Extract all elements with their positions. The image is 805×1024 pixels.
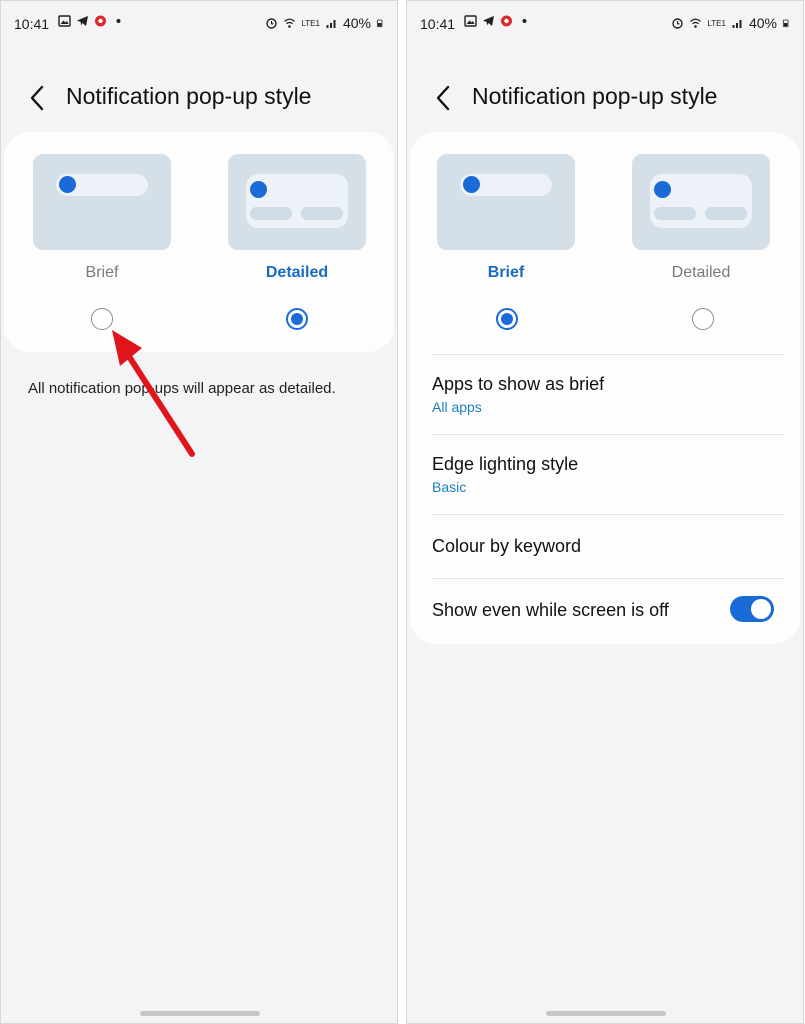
divider [432,514,784,515]
screen-left: 10:41 LTE1 40% Notification pop-up style… [0,0,398,1024]
setting-title: Apps to show as brief [432,374,605,394]
network-label: LTE1 [707,18,726,28]
back-icon[interactable] [432,84,456,112]
home-indicator[interactable] [546,1011,666,1016]
gallery-icon [464,15,477,27]
battery-percent: 40% [748,15,777,31]
setting-title: Colour by keyword [432,536,582,556]
style-options-card: Brief Detailed [4,132,394,352]
battery-icon [782,19,789,28]
telegram-icon [483,16,494,26]
detailed-radio[interactable] [286,308,308,330]
brief-preview[interactable] [437,154,575,250]
brief-radio[interactable] [496,308,518,330]
divider [432,578,784,579]
style-options-card: Brief Detailed Apps to show as brief All… [410,132,800,644]
gallery-icon [58,15,71,27]
status-time: 10:41 [420,16,456,32]
setting-colour-by-keyword[interactable]: Colour by keyword [432,536,784,557]
red-arrow-annotation [112,330,195,457]
alarm-icon [672,18,684,29]
setting-edge-lighting-style[interactable]: Edge lighting style Basic [432,454,784,495]
brief-preview[interactable] [33,154,171,250]
divider [432,434,784,435]
setting-value: All apps [432,399,482,415]
setting-apps-to-show-as-brief[interactable]: Apps to show as brief All apps [432,374,784,415]
detailed-label: Detailed [671,264,731,281]
home-indicator[interactable] [140,1011,260,1016]
signal-icon [326,20,336,28]
status-bar: 10:41 LTE1 40% [406,0,804,46]
detailed-preview[interactable] [632,154,770,250]
dot-icon [522,19,527,23]
detailed-preview[interactable] [228,154,366,250]
header: Notification pop-up style [406,78,804,118]
app-badge-icon [95,15,106,27]
status-time: 10:41 [14,16,50,32]
divider [432,354,784,355]
detailed-radio[interactable] [692,308,714,330]
detailed-label: Detailed [265,264,329,281]
page-title: Notification pop-up style [472,83,718,109]
dot-icon [116,19,121,23]
signal-icon [732,20,742,28]
status-bar: 10:41 LTE1 40% [0,0,398,46]
screen-off-toggle[interactable] [730,596,774,622]
battery-icon [376,19,383,28]
setting-title: Edge lighting style [432,454,579,474]
page-title: Notification pop-up style [66,83,312,109]
battery-percent: 40% [342,15,371,31]
network-label: LTE1 [301,18,320,28]
setting-value: Basic [432,479,467,495]
telegram-icon [77,16,88,26]
screen-right: 10:41 LTE1 40% Notification pop-up style… [406,0,804,1024]
back-icon[interactable] [26,84,50,112]
app-badge-icon [501,15,512,27]
wifi-icon [690,18,702,28]
brief-label: Brief [487,264,525,281]
header: Notification pop-up style [0,78,398,118]
wifi-icon [284,18,296,28]
brief-label: Brief [85,264,119,281]
alarm-icon [266,18,278,29]
